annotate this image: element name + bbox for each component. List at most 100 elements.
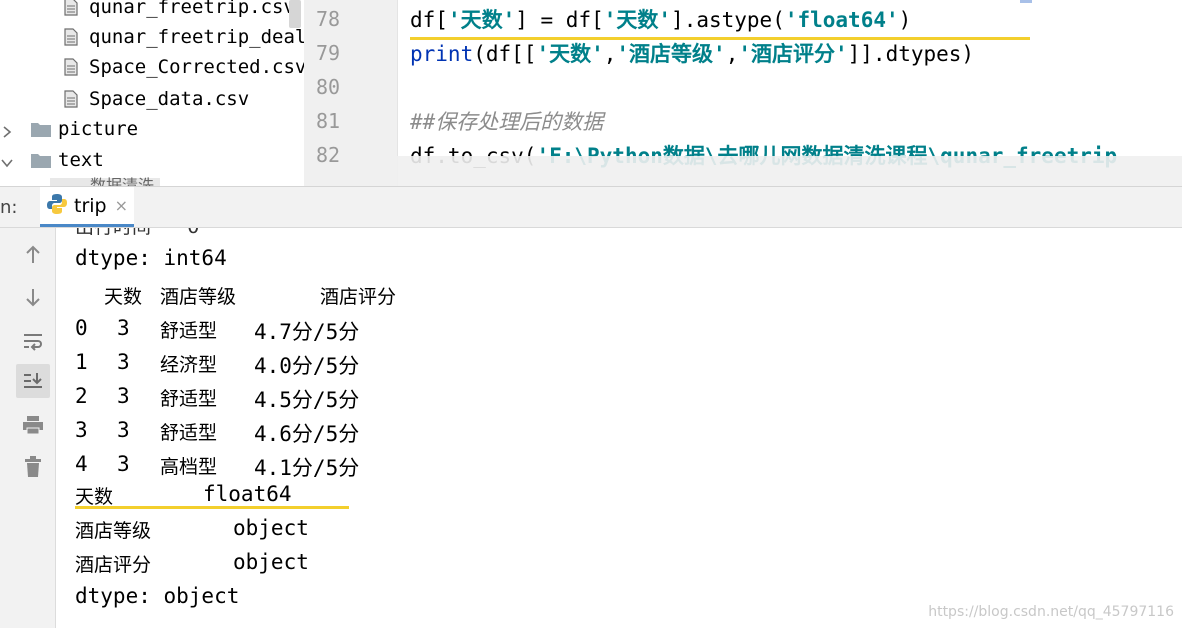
table-cell-score: 4.5分/5分: [254, 388, 360, 412]
tab-trip[interactable]: trip ×: [40, 187, 135, 227]
folder-icon: [30, 151, 52, 169]
table-cell-grade: 高档型: [160, 456, 218, 478]
line-number: 81: [316, 109, 341, 133]
table-cell-index: 4: [75, 452, 88, 476]
code-line: df['天数'] = df['天数'].astype('float64'): [410, 4, 911, 34]
tree-item-label: qunar_freetrip.csv: [89, 0, 295, 18]
code-token: 'float64': [784, 8, 899, 32]
file-icon: [64, 90, 78, 108]
code-token: '天数': [536, 42, 604, 66]
table-cell-score: 4.0分/5分: [254, 354, 360, 378]
console-toolbar: [0, 228, 56, 628]
code-line: ##保存处理后的数据: [410, 106, 603, 136]
tree-item-label: Space_data.csv: [89, 88, 250, 110]
tree-item-folder-picture[interactable]: picture: [0, 114, 138, 144]
code-token: ,: [603, 42, 617, 66]
tree-item-file[interactable]: qunar_freetrip.csv: [64, 0, 295, 22]
table-cell-grade: 舒适型: [160, 422, 218, 444]
code-editor[interactable]: df['天数'] = df['天数'].astype('float64') pri…: [304, 0, 1182, 186]
tree-item-file[interactable]: Space_data.csv: [64, 84, 249, 114]
tree-item-label: text: [58, 149, 104, 171]
run-tool-window-bar: n: trip ×: [0, 186, 1182, 228]
dtype-name: 天数: [75, 486, 114, 508]
code-token: ].astype(: [671, 8, 785, 32]
file-icon: [64, 28, 78, 46]
dtype-type: float64: [203, 482, 292, 506]
code-token: ]].dtypes): [847, 42, 975, 66]
code-token: ,: [725, 42, 739, 66]
code-line: print(df[['天数','酒店等级','酒店评分']].dtypes): [410, 38, 974, 68]
line-number: 80: [316, 75, 341, 99]
tree-item-partial[interactable]: 数据清洗: [50, 176, 160, 186]
code-token: (df[[: [473, 42, 537, 66]
code-token: ): [898, 8, 912, 32]
table-cell-index: 3: [75, 418, 88, 442]
close-icon[interactable]: ×: [115, 196, 128, 215]
code-token: ] = df[: [515, 8, 604, 32]
project-tree: qunar_freetrip.csv qunar_freetrip_deal. …: [0, 0, 304, 186]
console-dtype-line: dtype: int64: [75, 246, 227, 270]
dtype-type: object: [233, 550, 309, 574]
python-icon: [46, 193, 68, 219]
code-token: '酒店评分': [738, 42, 848, 66]
dtype-type: object: [233, 516, 309, 540]
table-header-grade: 酒店等级: [160, 286, 237, 308]
table-cell-grade: 舒适型: [160, 320, 218, 342]
table-cell-index: 2: [75, 384, 88, 408]
print-icon[interactable]: [16, 408, 50, 442]
tree-item-label: qunar_freetrip_deal.: [89, 26, 304, 48]
tree-item-label: picture: [58, 118, 139, 140]
console-dtype-line: dtype: object: [75, 584, 240, 608]
run-label: n:: [0, 197, 18, 218]
line-number: 78: [316, 7, 341, 31]
tree-scrollbar[interactable]: [289, 0, 301, 28]
table-cell-days: 3: [117, 384, 130, 408]
table-cell-score: 4.1分/5分: [254, 456, 360, 480]
code-token: '酒店等级': [616, 42, 726, 66]
file-icon: [64, 58, 78, 76]
dtype-name: 酒店评分: [75, 554, 152, 576]
table-cell-score: 4.7分/5分: [254, 320, 360, 344]
arrow-down-icon[interactable]: [16, 280, 50, 314]
tree-item-file[interactable]: qunar_freetrip_deal.: [64, 22, 304, 52]
table-cell-score: 4.6分/5分: [254, 422, 360, 446]
table-cell-grade: 经济型: [160, 354, 218, 376]
dtype-name: 酒店等级: [75, 520, 152, 542]
chevron-right-icon[interactable]: [0, 122, 14, 138]
table-cell-index: 1: [75, 350, 88, 374]
editor-overlap-shade: [304, 156, 1182, 186]
watermark: https://blog.csdn.net/qq_45797116: [928, 604, 1174, 620]
table-cell-days: 3: [117, 316, 130, 340]
folder-icon: [30, 120, 52, 138]
code-token: print: [410, 42, 474, 66]
line-number: 82: [316, 143, 341, 167]
file-icon: [64, 0, 78, 16]
tree-item-label: Space_Corrected.csv: [89, 56, 304, 78]
table-cell-days: 3: [117, 350, 130, 374]
table-header-days: 天数: [104, 286, 143, 308]
tree-item-file[interactable]: Space_Corrected.csv: [64, 52, 304, 82]
table-header-score: 酒店评分: [320, 286, 397, 308]
chevron-down-icon[interactable]: [0, 153, 14, 168]
tree-item-partial-label: 数据清洗: [90, 176, 155, 186]
tree-item-folder-text[interactable]: text: [0, 145, 104, 175]
tab-label: trip: [74, 194, 107, 217]
code-token: '天数': [603, 8, 672, 32]
arrow-up-icon[interactable]: [16, 238, 50, 272]
code-token: df[: [410, 8, 448, 32]
console-output[interactable]: 出行时间 0 dtype: int64 天数 酒店等级 酒店评分 0 3 舒适型 4.…: [56, 228, 1182, 628]
scroll-to-end-icon[interactable]: [16, 364, 50, 398]
code-token: '天数': [447, 8, 516, 32]
table-cell-days: 3: [117, 418, 130, 442]
table-cell-grade: 舒适型: [160, 388, 218, 410]
table-cell-index: 0: [75, 316, 88, 340]
scroll-marker: [1020, 0, 1032, 3]
highlight-underline: [410, 37, 1030, 40]
trash-icon[interactable]: [16, 450, 50, 484]
highlight-underline: [75, 506, 349, 509]
soft-wrap-icon[interactable]: [16, 324, 50, 358]
line-number: 79: [316, 41, 341, 65]
code-token: ##保存处理后的数据: [410, 110, 604, 134]
table-cell-days: 3: [117, 452, 130, 476]
console-cut-line: 出行时间 0: [75, 228, 199, 239]
